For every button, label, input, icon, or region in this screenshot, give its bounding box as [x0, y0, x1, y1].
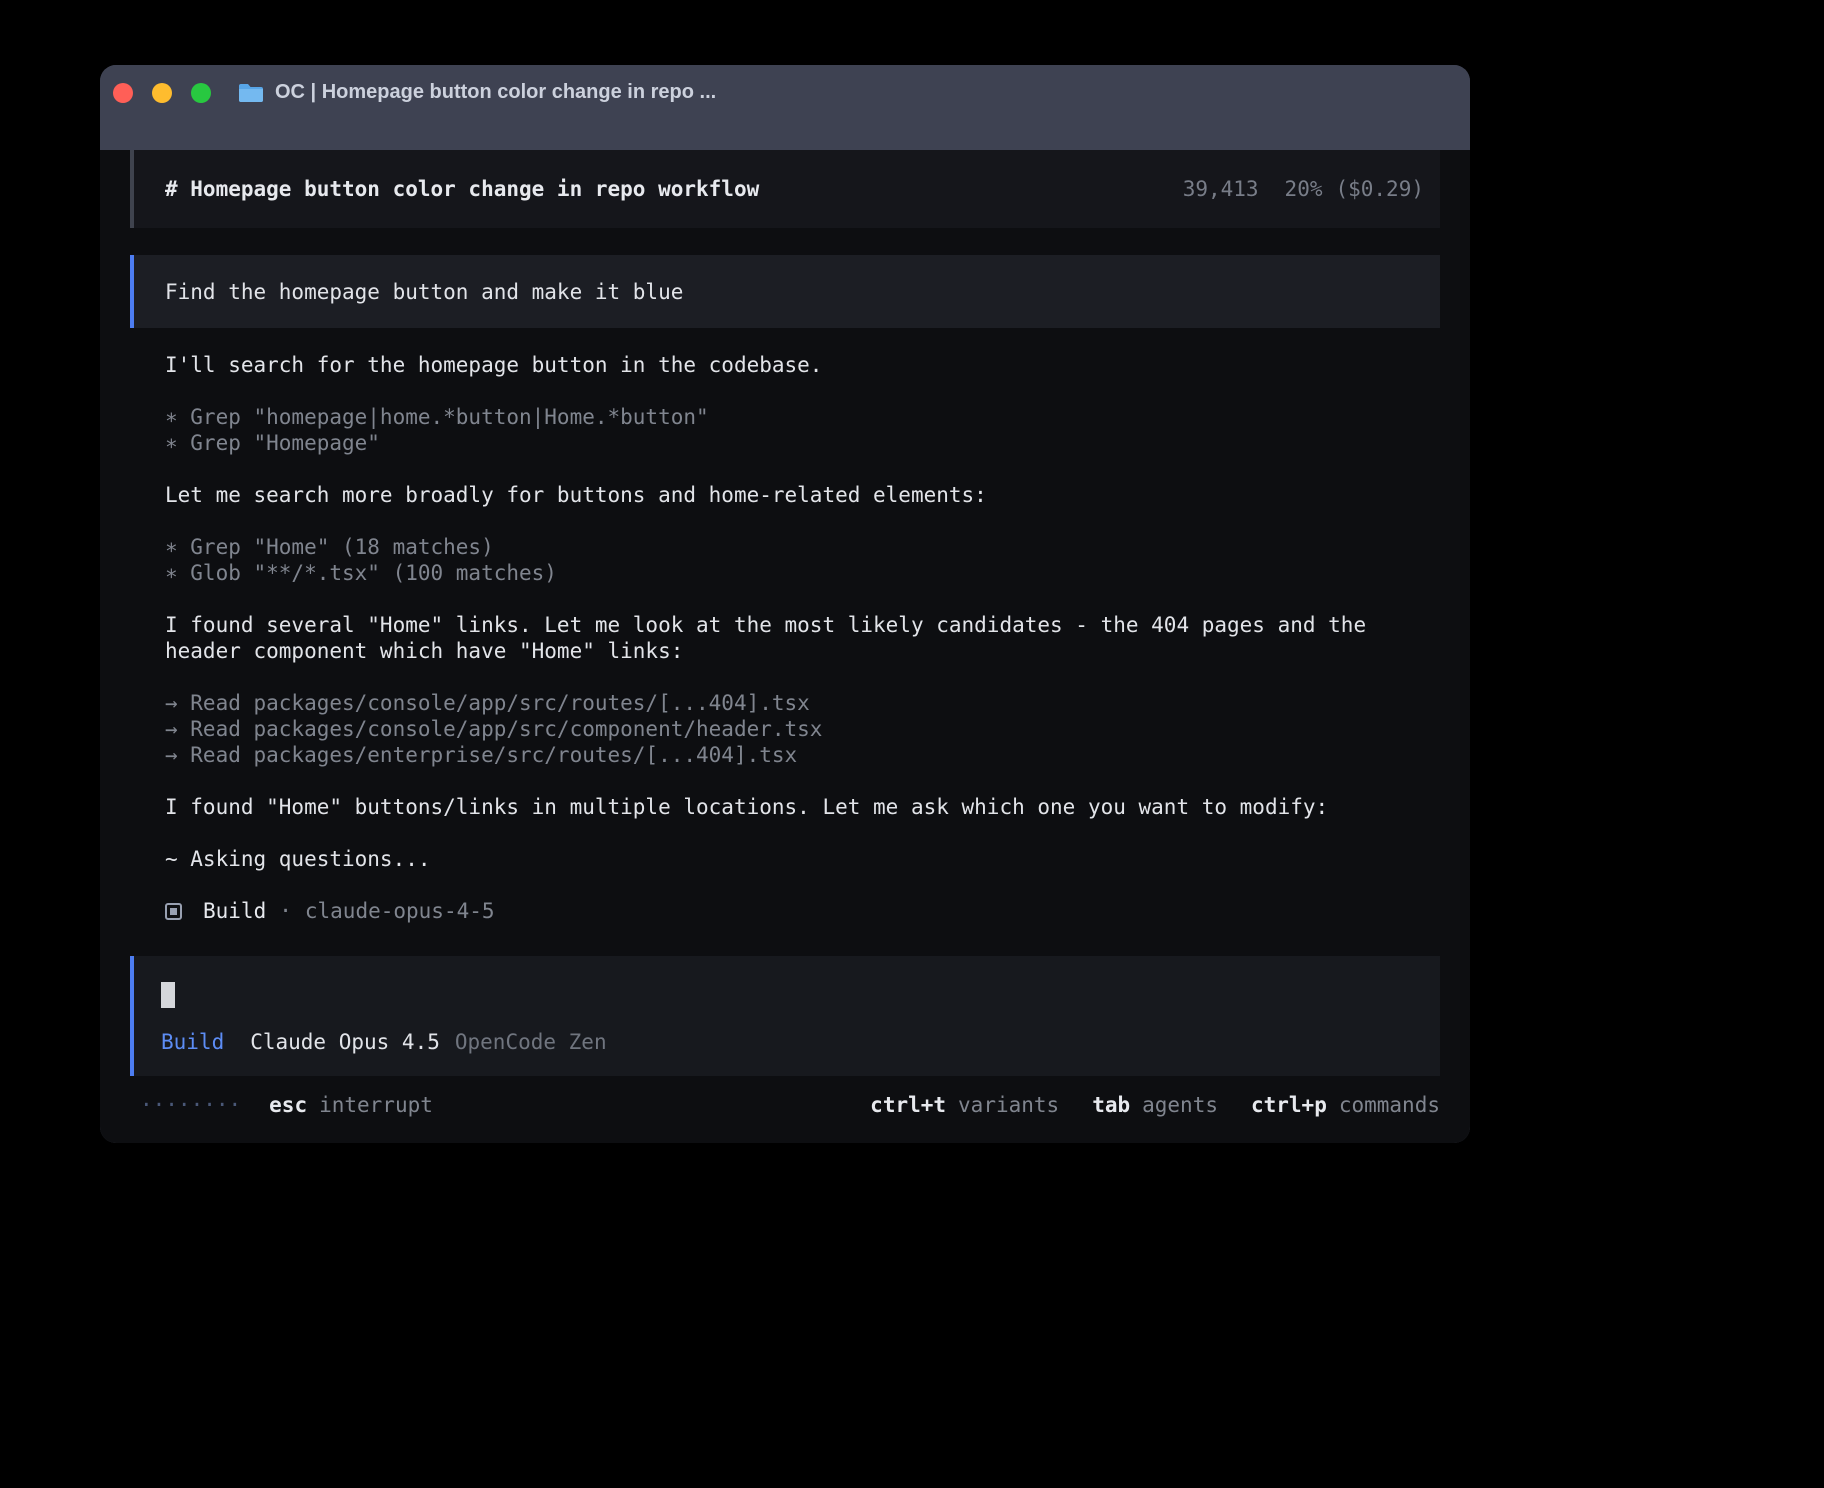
titlebar[interactable]: OC | Homepage button color change in rep…	[100, 65, 1470, 120]
agent-separator: ·	[279, 898, 292, 924]
terminal-content: # Homepage button color change in repo w…	[100, 150, 1470, 1143]
text-cursor	[161, 982, 175, 1008]
session-cost: ($0.29)	[1335, 177, 1424, 201]
ctrl-t-key-hint: ctrl+t	[870, 1092, 946, 1118]
tool-call-grep[interactable]: ∗ Grep "Home" (18 matches)	[165, 534, 1420, 560]
terminal-window: OC | Homepage button color change in rep…	[100, 65, 1470, 1143]
status-right: ctrl+t variants tab agents ctrl+p comman…	[870, 1092, 1440, 1118]
input-meta: Build Claude Opus 4.5 OpenCode Zen	[161, 1029, 1420, 1055]
tool-call-read[interactable]: → Read packages/console/app/src/componen…	[165, 716, 1420, 742]
tab-key-hint: tab	[1092, 1092, 1130, 1118]
shortcut-commands: ctrl+p commands	[1251, 1092, 1440, 1118]
session-stats: 39,413 20% ($0.29)	[1183, 176, 1424, 202]
agent-model: claude-opus-4-5	[305, 898, 495, 924]
context-percent: 20%	[1285, 177, 1323, 201]
assistant-paragraph: Let me search more broadly for buttons a…	[165, 482, 1420, 508]
agent-indicator: Build · claude-opus-4-5	[165, 898, 1420, 924]
tool-call-read[interactable]: → Read packages/enterprise/src/routes/[.…	[165, 742, 1420, 768]
tab-key-label: agents	[1142, 1092, 1218, 1118]
status-bar: ········ esc interrupt ctrl+t variants t…	[130, 1092, 1440, 1118]
ctrl-p-key-hint: ctrl+p	[1251, 1092, 1327, 1118]
folder-icon	[238, 82, 264, 104]
shortcut-variants: ctrl+t variants	[870, 1092, 1059, 1118]
close-button[interactable]	[113, 83, 133, 103]
tool-call-glob[interactable]: ∗ Glob "**/*.tsx" (100 matches)	[165, 560, 1420, 586]
input-provider-label: OpenCode Zen	[455, 1029, 607, 1055]
ctrl-p-key-label: commands	[1339, 1092, 1440, 1118]
input-model-label: Claude Opus 4.5	[250, 1029, 440, 1055]
traffic-lights	[113, 83, 211, 103]
session-title: # Homepage button color change in repo w…	[165, 176, 759, 202]
window-title: OC | Homepage button color change in rep…	[275, 81, 716, 104]
token-count: 39,413	[1183, 177, 1259, 201]
assistant-paragraph: I'll search for the homepage button in t…	[165, 352, 1420, 378]
shortcut-agents: tab agents	[1092, 1092, 1218, 1118]
conversation: I'll search for the homepage button in t…	[130, 352, 1440, 924]
assistant-paragraph: I found several "Home" links. Let me loo…	[165, 612, 1420, 664]
user-message: Find the homepage button and make it blu…	[130, 255, 1440, 328]
tool-call-read[interactable]: → Read packages/console/app/src/routes/[…	[165, 690, 1420, 716]
session-header: # Homepage button color change in repo w…	[130, 150, 1440, 228]
progress-dots: ········	[140, 1092, 241, 1118]
assistant-status: ~ Asking questions...	[165, 846, 1420, 872]
prompt-input[interactable]: Build Claude Opus 4.5 OpenCode Zen	[130, 956, 1440, 1076]
input-mode-badge[interactable]: Build	[161, 1029, 224, 1055]
ctrl-t-key-label: variants	[958, 1092, 1059, 1118]
desktop-background: OC | Homepage button color change in rep…	[0, 0, 1824, 1488]
assistant-paragraph: I found "Home" buttons/links in multiple…	[165, 794, 1420, 820]
agent-name: Build	[203, 898, 266, 924]
esc-key-label: interrupt	[319, 1092, 433, 1118]
minimize-button[interactable]	[152, 83, 172, 103]
agent-icon	[165, 903, 182, 920]
esc-key-hint: esc	[269, 1092, 307, 1118]
tool-call-grep[interactable]: ∗ Grep "Homepage"	[165, 430, 1420, 456]
zoom-button[interactable]	[191, 83, 211, 103]
status-left: ········ esc interrupt	[140, 1092, 433, 1118]
tool-call-grep[interactable]: ∗ Grep "homepage|home.*button|Home.*butt…	[165, 404, 1420, 430]
user-message-text: Find the homepage button and make it blu…	[165, 279, 683, 305]
